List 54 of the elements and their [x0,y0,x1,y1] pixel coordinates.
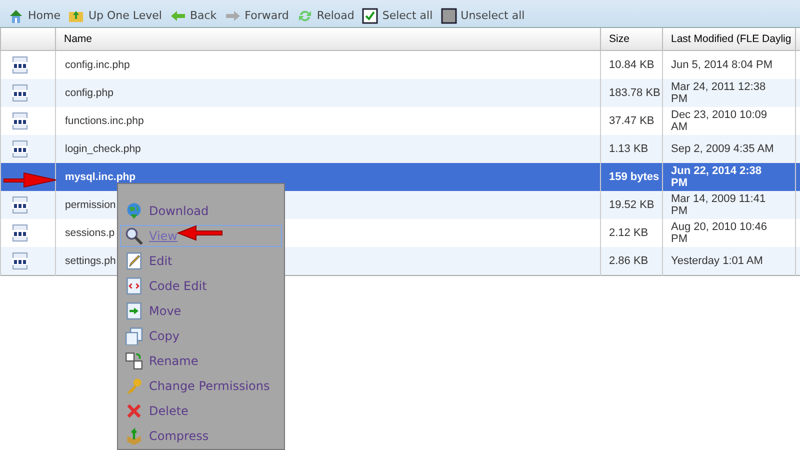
rename-icon [125,352,143,370]
toolbar-button[interactable]: Reload [296,8,354,24]
toolbar-button[interactable]: Unselect all [440,8,525,24]
file-name[interactable]: config.php [56,79,600,107]
toolbar-button[interactable]: Forward [224,8,289,24]
arrow-icon [2,170,58,190]
arrow-icon [176,224,224,242]
cross-icon [125,402,143,420]
copy-icon [125,327,143,345]
php-file-icon [11,112,29,130]
move-file-icon [125,302,143,320]
house-icon [8,8,24,24]
php-file-icon [11,56,29,74]
menu-item[interactable]: Rename [120,350,282,372]
table-cell: 183.78 KB [600,79,662,107]
file-name[interactable]: login_check.php [56,135,600,163]
table-cell: Mar 24, 2011 12:38 PM [662,79,796,107]
menu-item[interactable]: Change Permissions [120,375,282,397]
code-file-icon [125,277,143,295]
checkbox-icon [440,8,457,24]
key-icon [125,377,143,395]
globe-icon [125,202,143,220]
table-cell: Jun 22, 2014 2:38 PM [662,163,796,191]
menu-item[interactable]: Compress [120,425,282,447]
table-cell: 1.13 KB [600,135,662,163]
table-cell: Sep 2, 2009 4:35 AM [662,135,796,163]
toolbar-button[interactable]: Home [8,8,60,24]
pencil-icon [125,252,143,270]
file-name[interactable]: mysql.inc.php [56,163,600,191]
table-cell: 159 bytes [600,163,662,191]
php-file-icon [11,140,29,158]
php-file-icon [11,196,29,214]
menu-item[interactable]: Delete [120,400,282,422]
magnifier-icon [125,227,143,245]
table-cell: 19.52 KB [600,191,662,219]
menu-item[interactable]: Move [120,300,282,322]
column-header[interactable]: Name [56,28,600,50]
toolbar-button[interactable]: Select all [362,8,433,24]
table-cell: 2.86 KB [600,247,662,276]
column-header[interactable]: Last Modified (FLE Daylig [662,28,796,50]
menu-item[interactable]: Download [120,200,282,222]
checkbox-icon [362,8,378,24]
table-cell: Mar 14, 2009 11:41 PM [662,191,796,219]
menu-item[interactable]: Code Edit [120,275,282,297]
table-cell: Yesterday 1:01 AM [662,247,796,276]
php-file-icon [11,252,29,270]
column-header[interactable]: Size [600,28,662,50]
toolbar-button[interactable]: Back [170,8,217,24]
menu-item[interactable]: Edit [120,250,282,272]
php-file-icon [11,84,29,102]
menu-item[interactable]: Copy [120,325,282,347]
php-file-icon [11,224,29,242]
toolbar-button[interactable]: Up One Level [68,8,162,24]
box-icon [125,427,143,445]
